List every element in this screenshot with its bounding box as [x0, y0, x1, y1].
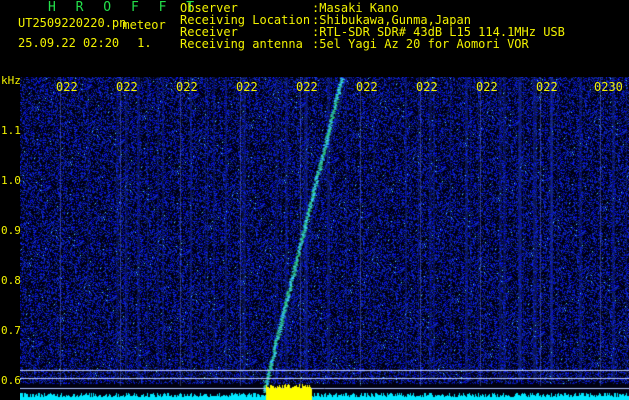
x-tick-label: 022: [416, 80, 438, 94]
app-brand: H R O F F T: [48, 0, 201, 15]
info-label: Receiving antenna: [180, 37, 303, 51]
x-tick-label: 022: [56, 80, 78, 94]
file-name: UT2509220220.pnmeteor: [18, 16, 170, 32]
file-name-text: UT2509220220.pn: [18, 16, 127, 30]
station-info: Observer :Masaki Kano Receiving Location…: [180, 2, 565, 50]
x-tick-label: 022: [476, 80, 498, 94]
x-tick-label: 022: [356, 80, 378, 94]
y-tick-label: 0.6: [1, 374, 21, 387]
timestamp-line: 25.09.22 02:20 1.: [18, 36, 152, 50]
y-tick-label: 1.1: [1, 124, 21, 137]
event-count: 1.: [137, 36, 152, 50]
x-tick-label: 022: [176, 80, 198, 94]
x-tick-label: 022: [116, 80, 138, 94]
spectrogram-canvas: [20, 77, 629, 400]
y-tick-label: 0.9: [1, 224, 21, 237]
x-tick-label: 022: [296, 80, 318, 94]
event-tag: meteor: [122, 18, 166, 32]
y-tick-label: 1.0: [1, 174, 21, 187]
y-tick-label: 0.7: [1, 324, 21, 337]
y-tick-label: 0.8: [1, 274, 21, 287]
info-value: :5el Yagi Az 20 for Aomori VOR: [312, 37, 529, 51]
date-time: 25.09.22 02:20: [18, 36, 120, 50]
waterfall-spectrogram: [20, 77, 629, 400]
x-tick-label: 022: [236, 80, 258, 94]
header-panel: H R O F F T UT2509220220.pnmeteor 25.09.…: [0, 0, 629, 76]
info-row-antenna: Receiving antenna :5el Yagi Az 20 for Ao…: [180, 38, 565, 50]
y-axis-unit: kHz: [1, 74, 21, 87]
x-tick-label: 0230: [594, 80, 623, 94]
x-tick-label: 022: [536, 80, 558, 94]
